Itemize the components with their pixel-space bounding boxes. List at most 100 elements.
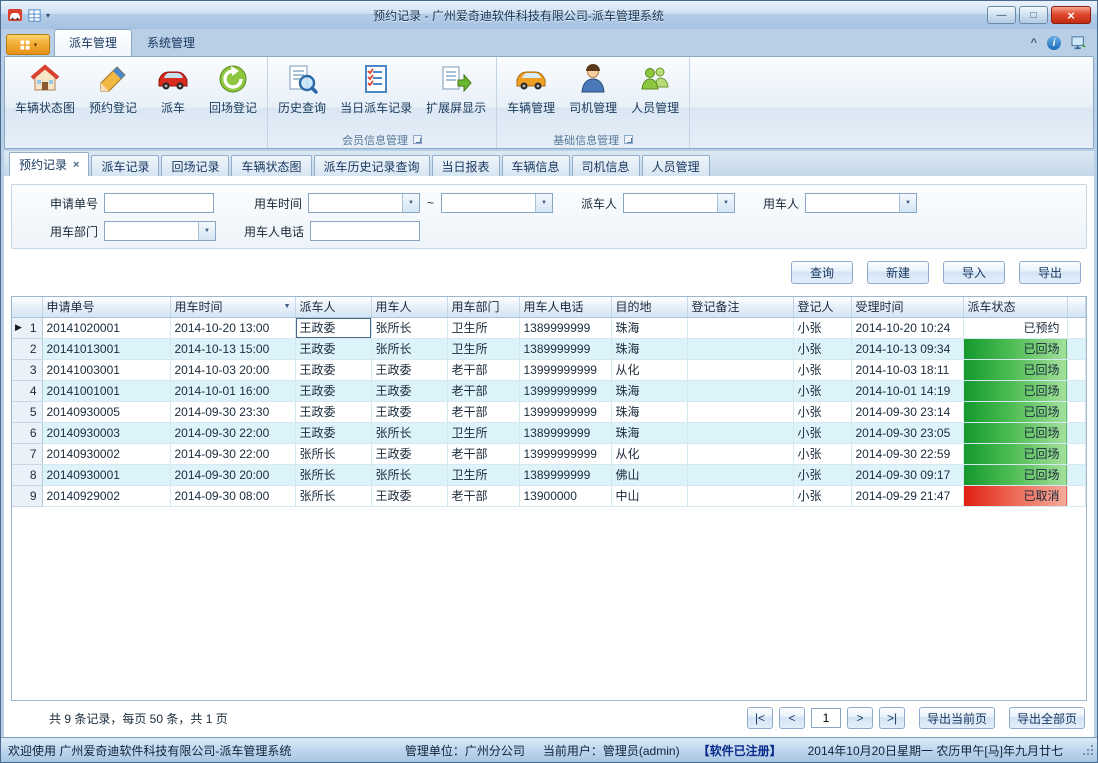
- ribbon-button-personnel-management[interactable]: 人员管理: [624, 59, 686, 125]
- license-status-link[interactable]: 【软件已注册】: [698, 742, 782, 759]
- column-header-user[interactable]: 用车人: [371, 297, 447, 317]
- table-row[interactable]: 5201409300052014-09-30 23:30王政委王政委老干部139…: [12, 401, 1086, 422]
- cell-dispatcher[interactable]: 王政委: [295, 380, 371, 401]
- cell-dispatcher[interactable]: 张所长: [295, 485, 371, 506]
- cell-status[interactable]: 已回场: [963, 443, 1067, 464]
- cell-registrar[interactable]: 小张: [793, 401, 851, 422]
- cell-remark[interactable]: [687, 464, 793, 485]
- ribbon-button-vehicle-management[interactable]: 车辆管理: [500, 59, 562, 125]
- cell-destination[interactable]: 珠海: [611, 380, 687, 401]
- column-header-status[interactable]: 派车状态: [963, 297, 1067, 317]
- last-page-button[interactable]: >|: [879, 707, 905, 729]
- cell-accept-time[interactable]: 2014-10-03 18:11: [851, 359, 963, 380]
- cell-dispatcher[interactable]: 王政委: [295, 359, 371, 380]
- cell-apply-no[interactable]: 20141001001: [42, 380, 170, 401]
- export-current-page-button[interactable]: 导出当前页: [919, 707, 995, 729]
- cell-remark[interactable]: [687, 380, 793, 401]
- cell-department[interactable]: 老干部: [447, 380, 519, 401]
- cell-accept-time[interactable]: 2014-09-30 23:14: [851, 401, 963, 422]
- doc-tab-return-records[interactable]: 回场记录: [161, 155, 229, 176]
- dispatcher-dropdown-icon[interactable]: ▼: [717, 194, 734, 212]
- restore-button[interactable]: □: [1019, 6, 1048, 24]
- cell-department[interactable]: 老干部: [447, 443, 519, 464]
- cell-status[interactable]: 已取消: [963, 485, 1067, 506]
- cell-status[interactable]: 已预约: [963, 317, 1067, 338]
- ribbon-tab-system-management[interactable]: 系统管理: [132, 29, 210, 56]
- cell-user[interactable]: 张所长: [371, 464, 447, 485]
- cell-user[interactable]: 王政委: [371, 485, 447, 506]
- cell-destination[interactable]: 从化: [611, 443, 687, 464]
- cell-apply-no[interactable]: 20140930005: [42, 401, 170, 422]
- cell-remark[interactable]: [687, 443, 793, 464]
- first-page-button[interactable]: |<: [747, 707, 773, 729]
- cell-user[interactable]: 王政委: [371, 359, 447, 380]
- column-header-department[interactable]: 用车部门: [447, 297, 519, 317]
- apply-no-input[interactable]: [104, 193, 214, 213]
- cell-dispatcher[interactable]: 王政委: [295, 401, 371, 422]
- cell-phone[interactable]: 13999999999: [519, 380, 611, 401]
- dialog-launcher-icon[interactable]: [413, 135, 422, 144]
- department-input[interactable]: [105, 222, 198, 240]
- use-time-to-dropdown-icon[interactable]: ▼: [535, 194, 552, 212]
- cell-status[interactable]: 已回场: [963, 338, 1067, 359]
- cell-registrar[interactable]: 小张: [793, 485, 851, 506]
- close-tab-icon[interactable]: ×: [73, 159, 79, 171]
- cell-phone[interactable]: 1389999999: [519, 317, 611, 338]
- cell-destination[interactable]: 佛山: [611, 464, 687, 485]
- cell-status[interactable]: 已回场: [963, 359, 1067, 380]
- cell-registrar[interactable]: 小张: [793, 359, 851, 380]
- cell-accept-time[interactable]: 2014-09-30 23:05: [851, 422, 963, 443]
- cell-apply-no[interactable]: 20140929002: [42, 485, 170, 506]
- cell-user[interactable]: 王政委: [371, 380, 447, 401]
- cell-user[interactable]: 张所长: [371, 317, 447, 338]
- table-row[interactable]: 9201409290022014-09-30 08:00张所长王政委老干部139…: [12, 485, 1086, 506]
- cell-dispatcher[interactable]: 张所长: [295, 464, 371, 485]
- cell-user[interactable]: 张所长: [371, 422, 447, 443]
- use-time-to-input[interactable]: [442, 194, 535, 212]
- cell-registrar[interactable]: 小张: [793, 380, 851, 401]
- cell-phone[interactable]: 1389999999: [519, 464, 611, 485]
- column-header-apply-no[interactable]: 申请单号: [42, 297, 170, 317]
- cell-use-time[interactable]: 2014-10-13 15:00: [170, 338, 295, 359]
- column-header-destination[interactable]: 目的地: [611, 297, 687, 317]
- prev-page-button[interactable]: <: [779, 707, 805, 729]
- cell-phone[interactable]: 1389999999: [519, 422, 611, 443]
- cell-phone[interactable]: 13999999999: [519, 443, 611, 464]
- page-number-input[interactable]: [811, 708, 841, 728]
- cell-remark[interactable]: [687, 485, 793, 506]
- column-header-accept-time[interactable]: 受理时间: [851, 297, 963, 317]
- export-button[interactable]: 导出: [1019, 261, 1081, 284]
- user-dropdown-icon[interactable]: ▼: [899, 194, 916, 212]
- cell-accept-time[interactable]: 2014-09-30 22:59: [851, 443, 963, 464]
- cell-phone[interactable]: 1389999999: [519, 338, 611, 359]
- cell-registrar[interactable]: 小张: [793, 422, 851, 443]
- department-dropdown-icon[interactable]: ▼: [198, 222, 215, 240]
- cell-apply-no[interactable]: 20141013001: [42, 338, 170, 359]
- cell-apply-no[interactable]: 20141020001: [42, 317, 170, 338]
- cell-phone[interactable]: 13900000: [519, 485, 611, 506]
- doc-tab-driver-info[interactable]: 司机信息: [572, 155, 640, 176]
- cell-remark[interactable]: [687, 338, 793, 359]
- export-all-pages-button[interactable]: 导出全部页: [1009, 707, 1085, 729]
- resize-grip[interactable]: [1082, 744, 1095, 760]
- user-input[interactable]: [806, 194, 899, 212]
- dialog-launcher-icon[interactable]: [624, 135, 633, 144]
- cell-department[interactable]: 卫生所: [447, 464, 519, 485]
- cell-accept-time[interactable]: 2014-09-29 21:47: [851, 485, 963, 506]
- ribbon-button-return-register[interactable]: 回场登记: [202, 59, 264, 125]
- doc-tab-dispatch-records[interactable]: 派车记录: [91, 155, 159, 176]
- table-row[interactable]: 2201410130012014-10-13 15:00王政委张所长卫生所138…: [12, 338, 1086, 359]
- cell-apply-no[interactable]: 20140930003: [42, 422, 170, 443]
- cell-destination[interactable]: 珠海: [611, 401, 687, 422]
- cell-user[interactable]: 王政委: [371, 443, 447, 464]
- cell-use-time[interactable]: 2014-09-30 22:00: [170, 443, 295, 464]
- cell-registrar[interactable]: 小张: [793, 338, 851, 359]
- next-page-button[interactable]: >: [847, 707, 873, 729]
- column-header-registrar[interactable]: 登记人: [793, 297, 851, 317]
- ribbon-button-history-query[interactable]: 历史查询: [271, 59, 333, 125]
- cell-status[interactable]: 已回场: [963, 422, 1067, 443]
- cell-department[interactable]: 卫生所: [447, 422, 519, 443]
- cell-use-time[interactable]: 2014-10-01 16:00: [170, 380, 295, 401]
- table-row[interactable]: 8201409300012014-09-30 20:00张所长张所长卫生所138…: [12, 464, 1086, 485]
- cell-destination[interactable]: 珠海: [611, 422, 687, 443]
